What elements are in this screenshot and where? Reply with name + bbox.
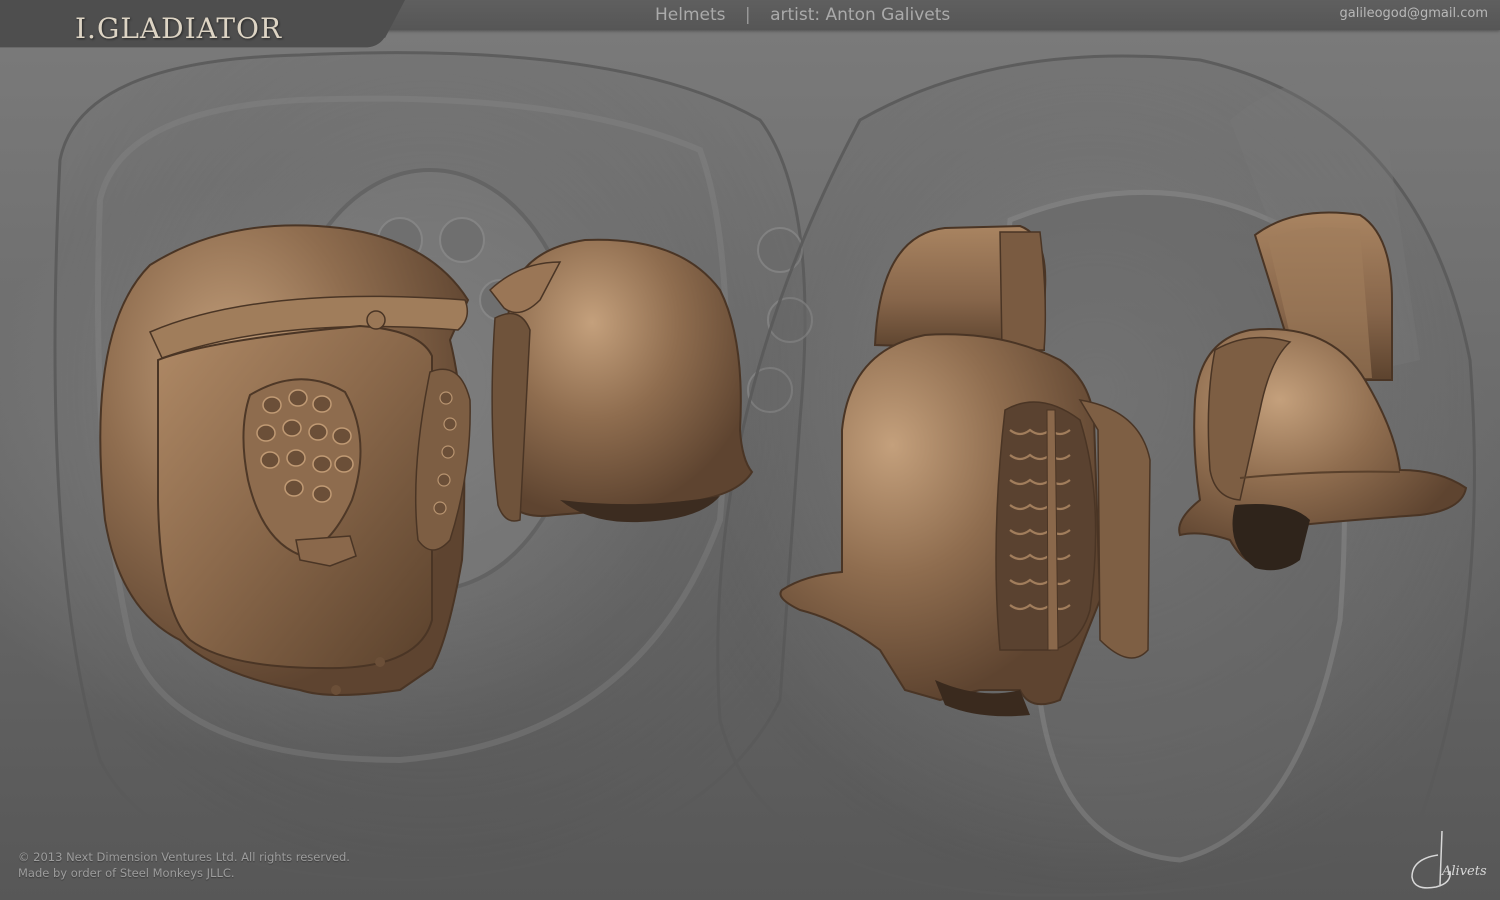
footer: © 2013 Next Dimension Ventures Ltd. All …: [18, 849, 350, 881]
footer-copyright: © 2013 Next Dimension Ventures Ltd. All …: [18, 850, 350, 864]
helmet-renders: [99, 211, 1468, 717]
artist-signature: Alivets: [1442, 864, 1487, 879]
helmet-pierced-visor-back: [488, 238, 754, 523]
helmet-grated-visor-crest-front: [779, 224, 1151, 717]
helmet-grated-visor-crest-back: [1178, 211, 1468, 571]
footer-order-credit: Made by order of Steel Monkeys JLLC.: [18, 866, 235, 880]
artist-signature-mark: [1411, 830, 1451, 889]
helmet-pierced-visor-3q: [99, 224, 471, 696]
